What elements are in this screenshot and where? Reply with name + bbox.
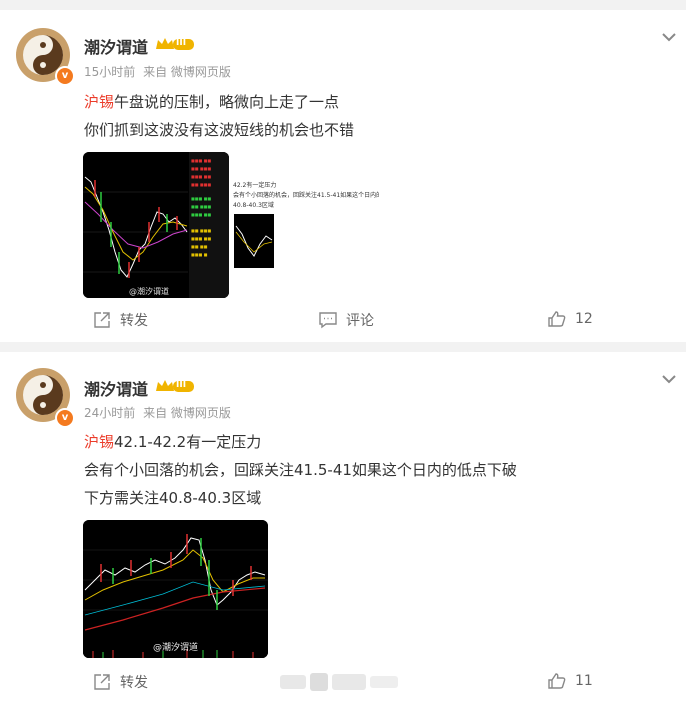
svg-text:■■ ■■■: ■■ ■■■: [191, 166, 211, 171]
loading-skeleton-bar: [332, 674, 366, 690]
vip-crown-icon: [156, 38, 194, 50]
embedded-chart-image: [234, 214, 274, 268]
repost-label: 转发: [120, 675, 148, 691]
repost-icon: [94, 674, 110, 690]
author-name[interactable]: 潮汐谓道: [84, 34, 148, 58]
vip-crown-icon: [156, 380, 194, 392]
feed-card-2: v 潮汐谓道 III 24小时前 来自 微博网页版 沪锡42.1-42.2有一定…: [0, 352, 686, 710]
post-source: 来自 微博网页版: [143, 406, 231, 420]
post-source: 来自 微博网页版: [143, 65, 231, 79]
comment-button[interactable]: 评论: [318, 310, 374, 330]
loading-skeleton-bar: [310, 673, 328, 691]
post-image-chart[interactable]: ■■■ ■■ ■■ ■■■ ■■■ ■■ ■■ ■■■ ■■■ ■■ ■■ ■■■ ■■■…: [83, 152, 229, 298]
loading-skeleton-bar: [370, 676, 398, 688]
embedded-post-line-c: 40.8-40.3区域: [233, 202, 274, 209]
image-watermark: @潮汐谓道: [129, 287, 169, 296]
post-line-1: 42.1-42.2有一定压力: [114, 433, 262, 451]
like-button[interactable]: 11: [547, 672, 593, 690]
post-line-3: 下方需关注40.8-40.3区域: [84, 489, 262, 507]
repost-label: 转发: [120, 313, 148, 329]
verified-badge-icon: v: [55, 66, 75, 86]
comment-button-loading-placeholder[interactable]: [280, 672, 400, 692]
loading-skeleton-bar: [280, 675, 306, 689]
svg-text:■■■ ■■: ■■■ ■■: [191, 196, 211, 201]
svg-text:■■ ■■■: ■■ ■■■: [191, 228, 211, 233]
topic-link[interactable]: 沪锡: [84, 93, 114, 111]
repost-icon: [94, 312, 110, 328]
repost-button[interactable]: 转发: [92, 672, 148, 692]
post-text: 沪锡午盘说的压制，略微向上走了一点 你们抓到这波没有这波短线的机会也不错: [84, 88, 354, 144]
embedded-post-line-a: 42.2有一定压力: [233, 182, 277, 189]
like-count: 11: [575, 673, 593, 689]
thumbs-up-icon: [548, 311, 566, 327]
post-line-2: 你们抓到这波没有这波短线的机会也不错: [84, 121, 355, 139]
feed-card-1: v 潮汐谓道 III 15小时前 来自 微博网页版 沪锡午盘说的压制，略微向上走…: [0, 10, 686, 342]
author-name[interactable]: 潮汐谓道: [84, 376, 148, 400]
repost-button[interactable]: 转发: [92, 310, 148, 330]
svg-text:■■ ■■■: ■■ ■■■: [191, 182, 211, 187]
svg-text:■■■ ■■: ■■■ ■■: [191, 174, 211, 179]
comment-label: 评论: [346, 313, 374, 329]
image-watermark: @潮汐谓道: [153, 643, 199, 653]
svg-text:■■■ ■■: ■■■ ■■: [191, 212, 211, 217]
svg-text:■■■ ■: ■■■ ■: [191, 252, 208, 257]
svg-text:■■ ■■■: ■■ ■■■: [191, 204, 211, 209]
post-meta: 24小时前 来自 微博网页版: [84, 404, 231, 421]
embedded-post-line-b: 会有个小回落的机会，回踩关注41.5-41如果这个日内的低点下破: [233, 192, 379, 199]
svg-text:■■■ ■■: ■■■ ■■: [191, 158, 211, 163]
post-meta: 15小时前 来自 微博网页版: [84, 63, 231, 80]
post-line-2: 会有个小回落的机会，回踩关注41.5-41如果这个日内的低点下破: [84, 461, 517, 479]
chevron-down-icon[interactable]: [660, 31, 678, 43]
post-image-chart[interactable]: @潮汐谓道: [83, 520, 268, 658]
svg-text:■■■ ■■: ■■■ ■■: [191, 236, 211, 241]
like-button[interactable]: 12: [547, 310, 593, 328]
vip-level-badge: III: [176, 380, 187, 390]
chevron-down-icon[interactable]: [660, 373, 678, 385]
post-image-screenshot[interactable]: 42.2有一定压力 会有个小回落的机会，回踩关注41.5-41如果这个日内的低点…: [230, 152, 380, 298]
topic-link[interactable]: 沪锡: [84, 433, 114, 451]
verified-badge-icon: v: [55, 408, 75, 428]
comment-icon: [319, 312, 337, 329]
vip-level-badge: III: [176, 38, 187, 48]
thumbs-up-icon: [548, 673, 566, 689]
post-text: 沪锡42.1-42.2有一定压力 会有个小回落的机会，回踩关注41.5-41如果…: [84, 428, 517, 512]
post-time[interactable]: 15小时前: [84, 65, 135, 79]
svg-text:■■ ■■: ■■ ■■: [191, 244, 208, 249]
like-count: 12: [575, 311, 593, 327]
post-line-1: 午盘说的压制，略微向上走了一点: [114, 93, 340, 111]
candlestick-chart-image: ■■■ ■■ ■■ ■■■ ■■■ ■■ ■■ ■■■ ■■■ ■■ ■■ ■■■ ■■■…: [83, 152, 229, 298]
post-time[interactable]: 24小时前: [84, 406, 135, 420]
candlestick-chart-image: [83, 520, 268, 658]
